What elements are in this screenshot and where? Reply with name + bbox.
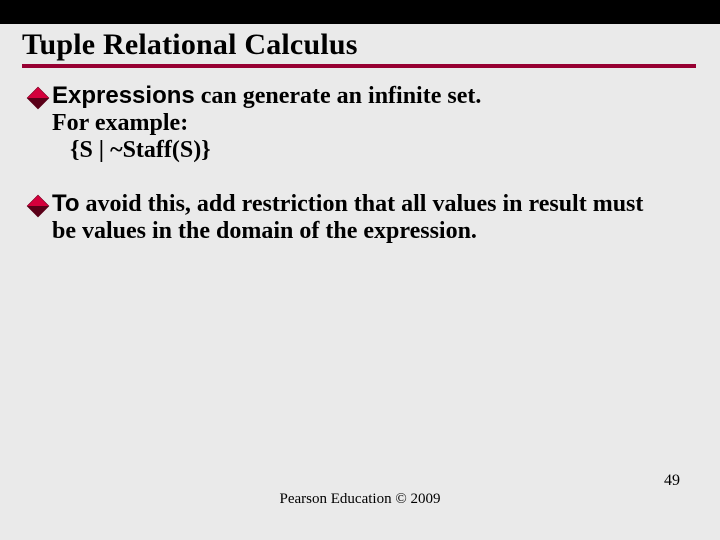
bullet-lead: Expressions: [52, 82, 195, 109]
bullet-item: Expressions can generate an infinite set…: [52, 82, 668, 164]
diamond-bullet-icon: [27, 87, 50, 110]
page-number: 49: [664, 472, 680, 490]
bullet-item: To avoid this, add restriction that all …: [52, 190, 668, 245]
bullet-line: {S | ~Staff(S)}: [52, 137, 668, 164]
top-black-bar: [0, 0, 720, 24]
slide: Tuple Relational Calculus Expressions ca…: [0, 0, 720, 540]
bullet-lead: To: [52, 190, 80, 217]
slide-body: Expressions can generate an infinite set…: [0, 68, 720, 245]
bullet-rest: avoid this, add restriction that all val…: [52, 191, 643, 244]
bullet-line: For example:: [52, 110, 668, 137]
diamond-bullet-icon: [27, 195, 50, 218]
bullet-rest: can generate an infinite set.: [195, 83, 482, 109]
slide-title: Tuple Relational Calculus: [0, 24, 720, 64]
footer-text: Pearson Education © 2009: [0, 491, 720, 508]
